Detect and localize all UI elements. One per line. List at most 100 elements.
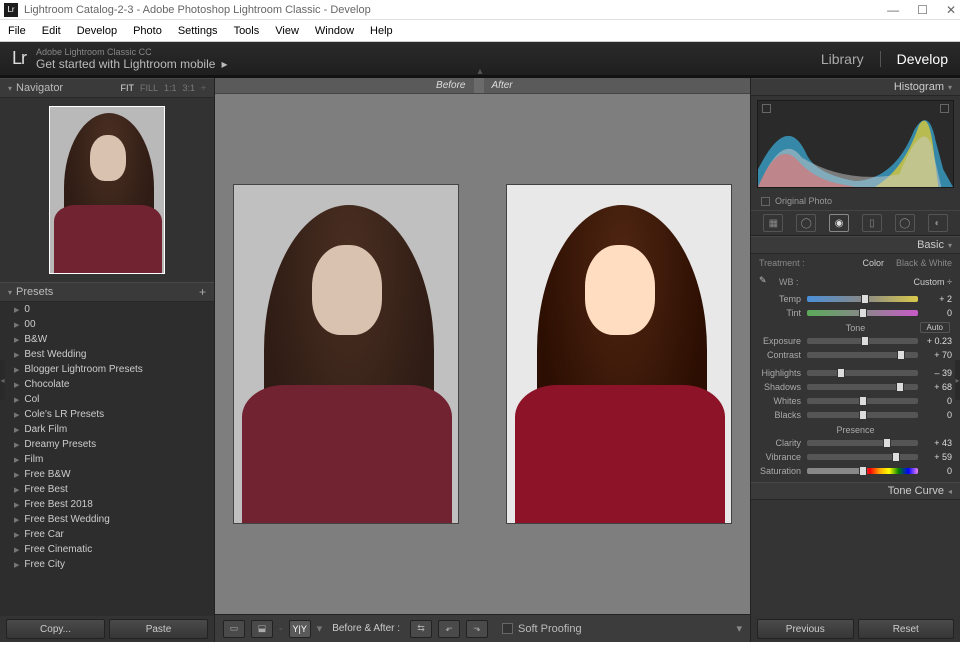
preset-item[interactable]: ▶Free City <box>0 557 214 572</box>
auto-button[interactable]: Auto <box>920 322 950 333</box>
menu-file[interactable]: File <box>8 25 26 37</box>
nav-1to1[interactable]: 1:1 <box>164 83 177 93</box>
previous-button[interactable]: Previous <box>757 619 854 639</box>
preset-item[interactable]: ▶Film <box>0 452 214 467</box>
histogram[interactable] <box>757 100 954 188</box>
copy-after-icon[interactable]: ⬎ <box>466 620 488 638</box>
slider-knob[interactable] <box>861 294 869 304</box>
menu-tools[interactable]: Tools <box>234 25 260 37</box>
swap-icon[interactable]: ⇆ <box>410 620 432 638</box>
preset-item[interactable]: ▶Best Wedding <box>0 347 214 362</box>
histogram-header[interactable]: Histogram ▾ <box>751 78 960 96</box>
brush-tool-icon[interactable]: ◐ <box>928 214 948 232</box>
slider-knob[interactable] <box>896 382 904 392</box>
grad-filter-icon[interactable]: ▯ <box>862 214 882 232</box>
treatment-color[interactable]: Color <box>862 258 884 268</box>
navigator-thumbnail[interactable] <box>49 106 165 274</box>
eyedropper-icon[interactable]: ✎ <box>759 275 773 289</box>
paste-button[interactable]: Paste <box>109 619 208 639</box>
slider-knob[interactable] <box>883 438 891 448</box>
preset-item[interactable]: ▶0 <box>0 302 214 317</box>
maximize-icon[interactable]: ☐ <box>917 3 928 17</box>
clip-highlights-icon[interactable] <box>940 104 949 113</box>
menu-settings[interactable]: Settings <box>178 25 218 37</box>
treatment-bw[interactable]: Black & White <box>896 258 952 268</box>
slider-knob[interactable] <box>859 466 867 476</box>
nav-fit[interactable]: FIT <box>121 83 135 93</box>
chevron-up-icon[interactable]: ▴ <box>477 66 482 77</box>
radial-filter-icon[interactable]: ◯ <box>895 214 915 232</box>
slider-track[interactable] <box>807 338 918 344</box>
slider-value: + 59 <box>918 452 952 462</box>
slider-track[interactable] <box>807 370 918 376</box>
preset-item[interactable]: ▶Blogger Lightroom Presets <box>0 362 214 377</box>
presets-header[interactable]: ▾ Presets + <box>0 282 214 302</box>
get-started-mobile-link[interactable]: Get started with Lightroom mobile▸ <box>36 57 227 71</box>
slider-knob[interactable] <box>859 308 867 318</box>
preset-item[interactable]: ▶00 <box>0 317 214 332</box>
original-photo-checkbox[interactable] <box>761 197 770 206</box>
clip-shadows-icon[interactable] <box>762 104 771 113</box>
preset-item[interactable]: ▶Cole's LR Presets <box>0 407 214 422</box>
preset-item[interactable]: ▶Free B&W <box>0 467 214 482</box>
before-after-lr-icon[interactable]: Y|Y <box>289 620 311 638</box>
preset-item[interactable]: ▶Free Car <box>0 527 214 542</box>
nav-fill[interactable]: FILL <box>140 83 158 93</box>
loupe-view-icon[interactable]: ▭ <box>223 620 245 638</box>
navigator-header[interactable]: ▾ Navigator FIT FILL 1:1 3:1 ÷ <box>0 78 214 98</box>
reset-button[interactable]: Reset <box>858 619 955 639</box>
slider-track[interactable] <box>807 454 918 460</box>
preset-item[interactable]: ▶Dreamy Presets <box>0 437 214 452</box>
preset-item[interactable]: ▶Free Cinematic <box>0 542 214 557</box>
preset-item[interactable]: ▶Dark Film <box>0 422 214 437</box>
slider-knob[interactable] <box>892 452 900 462</box>
menu-help[interactable]: Help <box>370 25 393 37</box>
add-preset-icon[interactable]: + <box>199 285 206 299</box>
menu-view[interactable]: View <box>275 25 299 37</box>
slider-track[interactable] <box>807 440 918 446</box>
before-photo[interactable] <box>233 184 459 524</box>
chevron-down-icon[interactable]: ÷ <box>201 83 206 93</box>
slider-knob[interactable] <box>859 396 867 406</box>
left-panel-grip[interactable]: ◂ <box>0 360 5 400</box>
menu-window[interactable]: Window <box>315 25 354 37</box>
slider-track[interactable] <box>807 310 918 316</box>
minimize-icon[interactable]: — <box>887 3 899 17</box>
module-library[interactable]: Library <box>821 51 864 67</box>
after-photo[interactable] <box>506 184 732 524</box>
redeye-tool-icon[interactable]: ◉ <box>829 214 849 232</box>
preset-item[interactable]: ▶Col <box>0 392 214 407</box>
slider-track[interactable] <box>807 352 918 358</box>
slider-knob[interactable] <box>859 410 867 420</box>
slider-knob[interactable] <box>897 350 905 360</box>
slider-track[interactable] <box>807 398 918 404</box>
crop-tool-icon[interactable]: ▦ <box>763 214 783 232</box>
slider-track[interactable] <box>807 384 918 390</box>
slider-track[interactable] <box>807 468 918 474</box>
toolbar-chevron-icon[interactable]: ▾ <box>736 622 742 635</box>
wb-select[interactable]: Custom ÷ <box>914 277 952 287</box>
spot-tool-icon[interactable]: ◯ <box>796 214 816 232</box>
nav-3to1[interactable]: 3:1 <box>183 83 196 93</box>
slider-knob[interactable] <box>861 336 869 346</box>
module-develop[interactable]: Develop <box>897 51 948 67</box>
menu-photo[interactable]: Photo <box>133 25 162 37</box>
close-icon[interactable]: ✕ <box>946 3 956 17</box>
soft-proofing-checkbox[interactable] <box>502 623 513 634</box>
compare-view-icon[interactable]: ⬓ <box>251 620 273 638</box>
slider-knob[interactable] <box>837 368 845 378</box>
copy-button[interactable]: Copy... <box>6 619 105 639</box>
menu-develop[interactable]: Develop <box>77 25 117 37</box>
slider-track[interactable] <box>807 296 918 302</box>
slider-track[interactable] <box>807 412 918 418</box>
copy-before-icon[interactable]: ⬐ <box>438 620 460 638</box>
preset-item[interactable]: ▶B&W <box>0 332 214 347</box>
right-panel-grip[interactable]: ▸ <box>955 360 960 400</box>
menu-edit[interactable]: Edit <box>42 25 61 37</box>
basic-header[interactable]: Basic ▾ <box>751 236 960 254</box>
tone-curve-header[interactable]: Tone Curve ◂ <box>751 482 960 500</box>
preset-item[interactable]: ▶Free Best <box>0 482 214 497</box>
preset-item[interactable]: ▶Chocolate <box>0 377 214 392</box>
preset-item[interactable]: ▶Free Best 2018 <box>0 497 214 512</box>
preset-item[interactable]: ▶Free Best Wedding <box>0 512 214 527</box>
